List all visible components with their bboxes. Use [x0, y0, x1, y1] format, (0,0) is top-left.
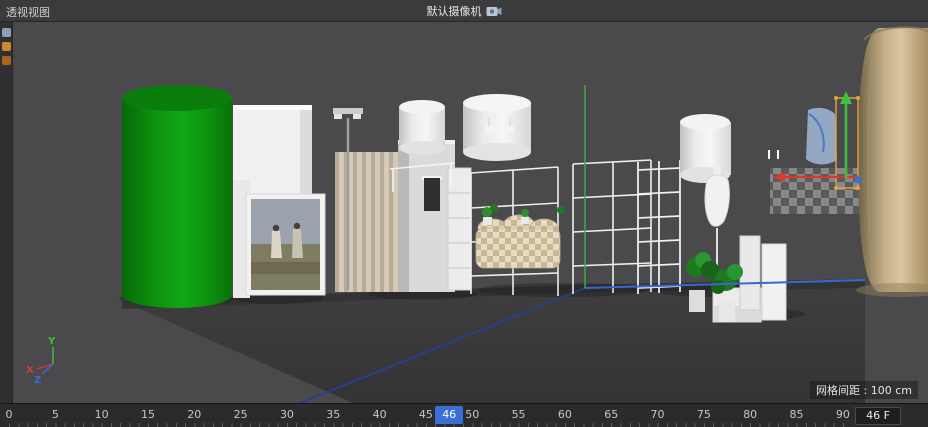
timeline-ruler[interactable]: 46 0 5 10 15 20 25 30 35 40 45 50 55 60 65 70 75 80 85 90: [0, 404, 852, 427]
left-toolbar: [0, 22, 13, 403]
timeline-tick-70[interactable]: 70: [651, 408, 665, 422]
timeline-tick-15[interactable]: 15: [141, 408, 155, 422]
world-axis-triad: Y X Z: [26, 336, 56, 386]
camera-label[interactable]: 默认摄像机: [427, 3, 482, 19]
triad-x-label: X: [26, 365, 34, 376]
timeline-tick-50[interactable]: 50: [465, 408, 479, 422]
wall-photo[interactable]: [245, 193, 326, 296]
timeline-tick-35[interactable]: 35: [326, 408, 340, 422]
timeline-tick-90[interactable]: 90: [836, 408, 850, 422]
timeline-tick-85[interactable]: 85: [790, 408, 804, 422]
column-cylinder[interactable]: [680, 114, 731, 183]
photo-person-1: [272, 224, 280, 232]
triad-y-label: Y: [47, 336, 56, 347]
timeline-tick-5[interactable]: 5: [52, 408, 59, 422]
frame-display-box[interactable]: 46 F: [855, 406, 901, 425]
beige-curtain-roll[interactable]: [856, 26, 928, 297]
dark-window: [424, 178, 440, 211]
frame-display-area: 46 F: [852, 404, 928, 427]
timeline-tick-30[interactable]: 30: [280, 408, 294, 422]
rooftop-cylinder-2[interactable]: [463, 94, 531, 161]
timeline-tick-75[interactable]: 75: [697, 408, 711, 422]
current-frame-marker[interactable]: 46: [435, 406, 464, 424]
display-pedestals[interactable]: [739, 235, 787, 321]
material-orange-icon-1[interactable]: [1, 42, 11, 51]
green-cylinder[interactable]: [122, 85, 232, 308]
view-tool-icon[interactable]: [1, 28, 11, 37]
timeline-tick-20[interactable]: 20: [187, 408, 201, 422]
timeline-tick-25[interactable]: 25: [234, 408, 248, 422]
material-orange-icon-2[interactable]: [1, 56, 11, 65]
c4d-viewport-window: 透视视图 默认摄像机 Y X Z 网格间距: 100 cm 46 0 5 10…: [0, 0, 928, 427]
blue-spline-plane[interactable]: [806, 107, 837, 165]
timeline-tick-10[interactable]: 10: [95, 408, 109, 422]
photo-person-2: [293, 222, 301, 230]
scene-canvas[interactable]: Y X Z: [13, 22, 928, 403]
timeline: 46 0 5 10 15 20 25 30 35 40 45 50 55 60 65 70 75 80 85 90 …: [0, 403, 928, 427]
gray-building[interactable]: [398, 140, 455, 292]
rooftop-cylinder-1[interactable]: [399, 100, 445, 155]
timeline-tick-80[interactable]: 80: [743, 408, 757, 422]
camera-label-group[interactable]: 默认摄像机: [427, 3, 502, 19]
timeline-tick-55[interactable]: 55: [512, 408, 526, 422]
gizmo-z-handle[interactable]: [854, 176, 862, 184]
timeline-tick-65[interactable]: 65: [604, 408, 618, 422]
striped-panel-wall[interactable]: [335, 152, 398, 292]
view-label[interactable]: 透视视图: [6, 4, 50, 20]
timeline-tick-45[interactable]: 45: [419, 408, 433, 422]
viewport-header: 透视视图 默认摄像机: [0, 0, 928, 22]
triad-z-label: Z: [34, 375, 41, 386]
ladder-rack-tower[interactable]: [637, 160, 681, 294]
camera-icon: [486, 7, 502, 16]
timeline-tick-60[interactable]: 60: [558, 408, 572, 422]
grid-spacing-label: 网格间距 : 100 cm: [810, 381, 918, 399]
timeline-tick-0[interactable]: 0: [6, 408, 13, 422]
timeline-tick-40[interactable]: 40: [373, 408, 387, 422]
light-markers: [768, 150, 779, 159]
viewport-3d[interactable]: Y X Z 网格间距 : 100 cm: [13, 22, 928, 403]
